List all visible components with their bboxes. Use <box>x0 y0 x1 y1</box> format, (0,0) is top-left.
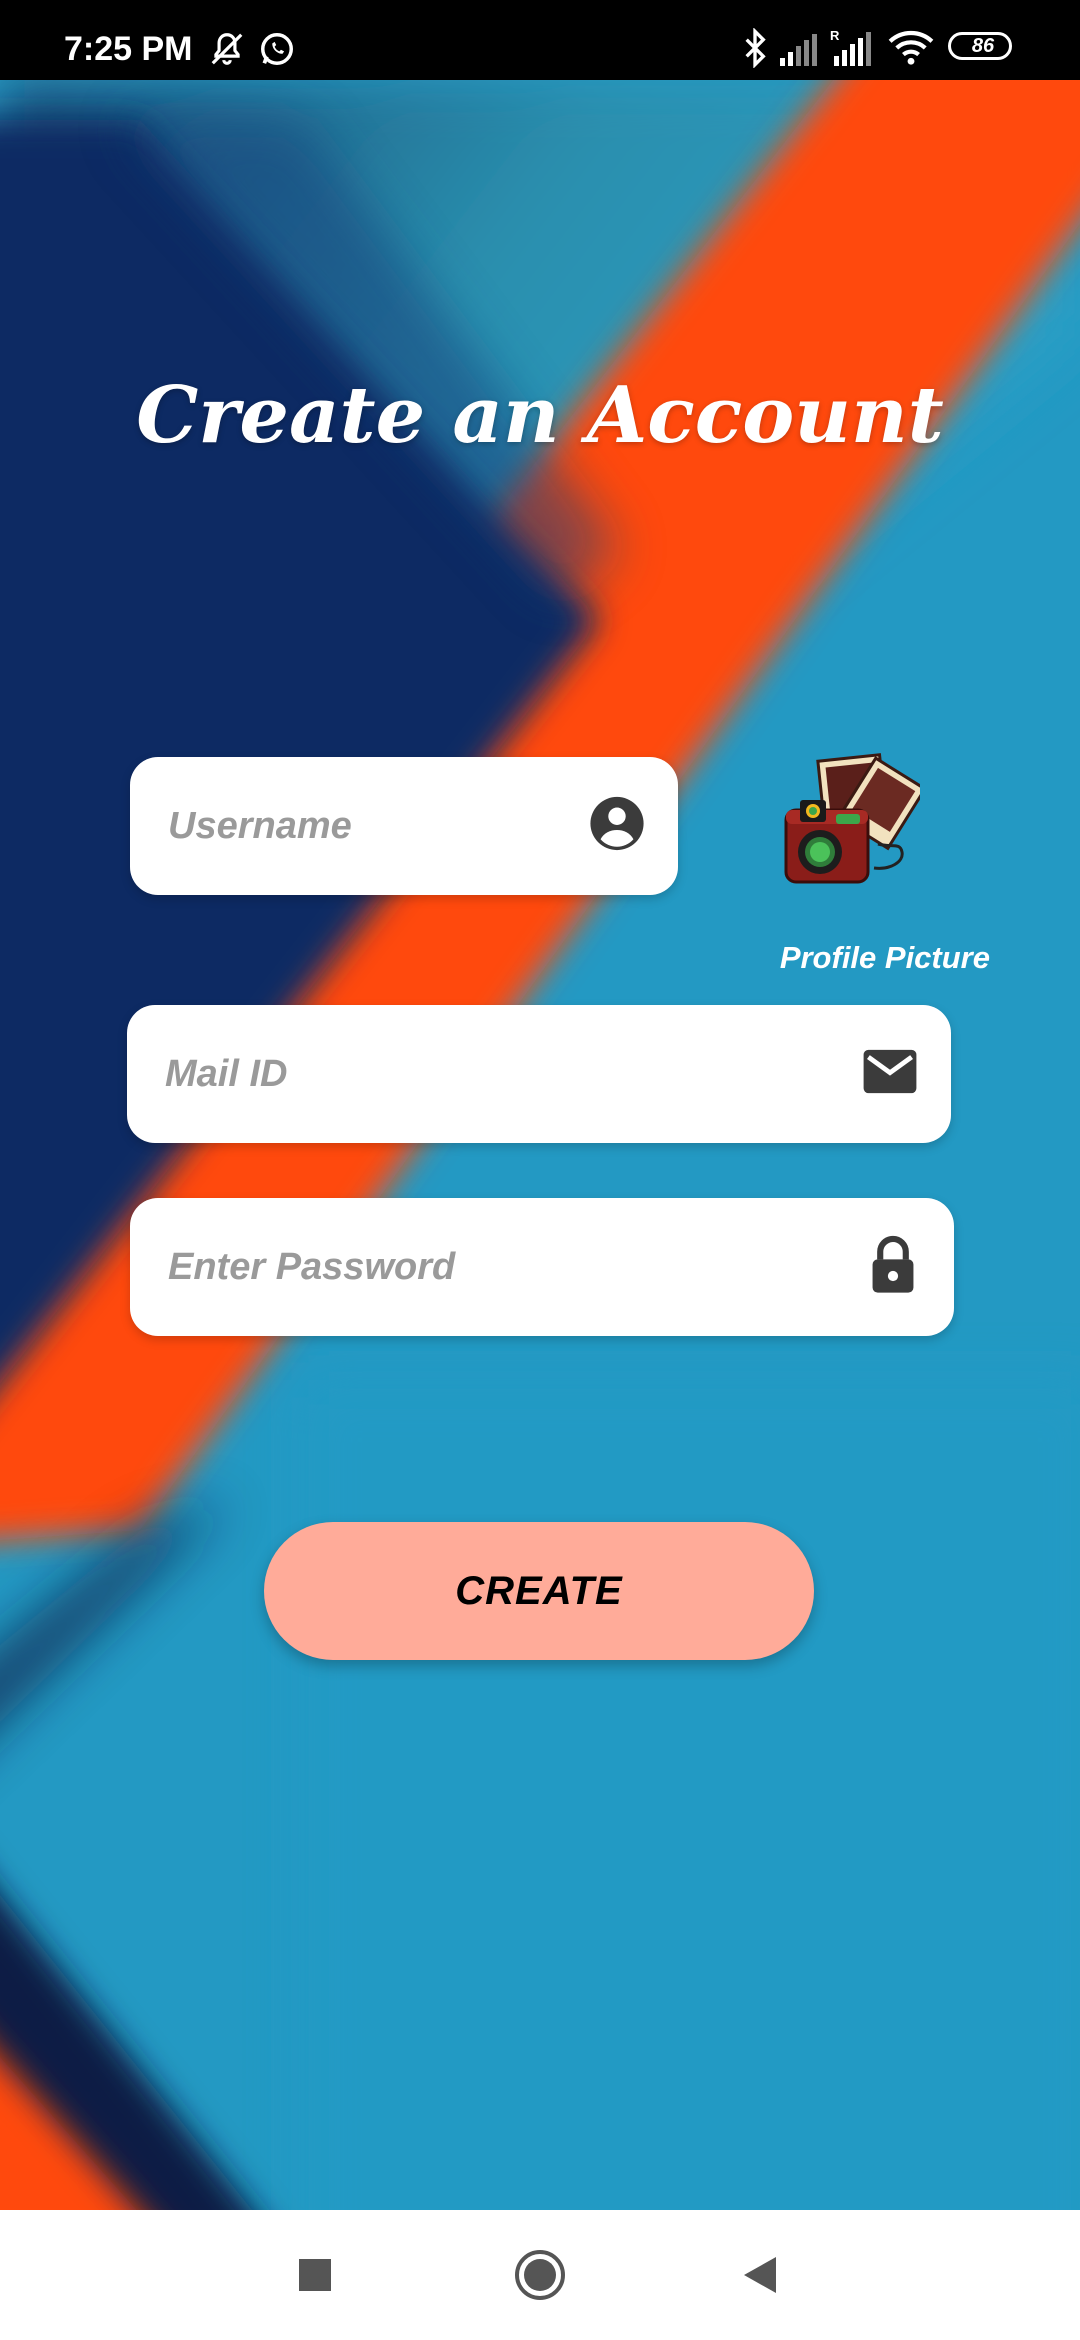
status-time: 7:25 PM <box>64 30 193 68</box>
wifi-icon <box>888 28 934 71</box>
password-field[interactable] <box>130 1198 954 1336</box>
battery-icon: 86 <box>948 32 1012 60</box>
mail-field[interactable] <box>127 1005 951 1143</box>
signal-icon <box>778 32 820 71</box>
whatsapp-icon <box>258 30 296 73</box>
mute-icon <box>208 30 246 73</box>
profile-picture-label: Profile Picture <box>779 940 990 975</box>
lock-icon <box>870 1234 916 1301</box>
bluetooth-icon <box>740 27 770 73</box>
svg-text:R: R <box>830 28 840 43</box>
mail-input[interactable] <box>165 1005 845 1143</box>
profile-picture-button[interactable] <box>780 748 928 888</box>
page-title: Create an Account <box>136 370 944 461</box>
signal-roaming-icon: R <box>830 28 876 71</box>
username-input[interactable] <box>168 757 568 895</box>
navigation-bar <box>0 2210 1080 2340</box>
back-button[interactable] <box>725 2210 795 2340</box>
create-button[interactable]: CREATE <box>264 1522 814 1660</box>
username-field[interactable] <box>130 757 678 895</box>
status-bar: 7:25 PM R 86 <box>0 0 1080 80</box>
back-triangle-icon <box>744 2257 776 2293</box>
mail-icon <box>861 1048 919 1101</box>
password-input[interactable] <box>168 1198 848 1336</box>
account-circle-icon <box>588 795 646 858</box>
recents-square-icon <box>299 2259 331 2291</box>
recents-button[interactable] <box>280 2210 350 2340</box>
home-circle-icon <box>515 2250 565 2300</box>
home-button[interactable] <box>505 2210 575 2340</box>
battery-level: 86 <box>971 35 995 57</box>
camera-icon <box>784 753 928 884</box>
